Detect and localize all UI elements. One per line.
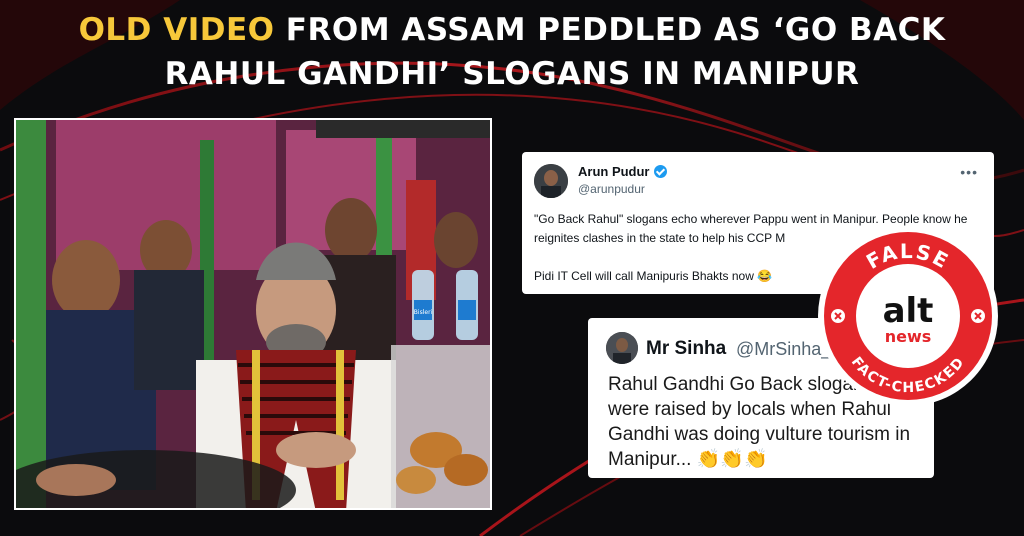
verified-badge-icon [653,165,667,178]
profile-photo-icon [534,164,568,198]
headline-line-1: OLD VIDEO FROM ASSAM PEDDLED AS ‘GO BACK [0,8,1024,52]
alt-news-logo-news: news [885,327,932,346]
more-options-icon[interactable]: ••• [960,164,978,180]
headline-line-1-rest: FROM ASSAM PEDDLED AS ‘GO BACK [274,12,946,48]
profile-photo-icon [606,332,638,364]
headline-line-2: RAHUL GANDHI’ SLOGANS IN MANIPUR [164,56,860,92]
photo-illustration: Bisleri [16,120,490,508]
false-fact-checked-stamp: FALSE FACT-CHECKED alt news [818,226,998,406]
author-name[interactable]: Arun Pudur [578,164,667,179]
cross-icon [831,309,845,323]
alt-news-logo-alt: alt [883,291,934,331]
bottle-label: Bisleri [414,309,433,316]
avatar[interactable] [534,164,568,198]
avatar[interactable] [606,332,638,364]
author-handle[interactable]: @arunpudur [578,182,645,196]
author-name[interactable]: Mr Sinha [646,338,726,360]
headline: OLD VIDEO FROM ASSAM PEDDLED AS ‘GO BACK… [0,8,1024,96]
headline-accent: OLD VIDEO [78,12,275,48]
video-still-photo: Bisleri [14,118,492,510]
cross-icon [971,309,985,323]
